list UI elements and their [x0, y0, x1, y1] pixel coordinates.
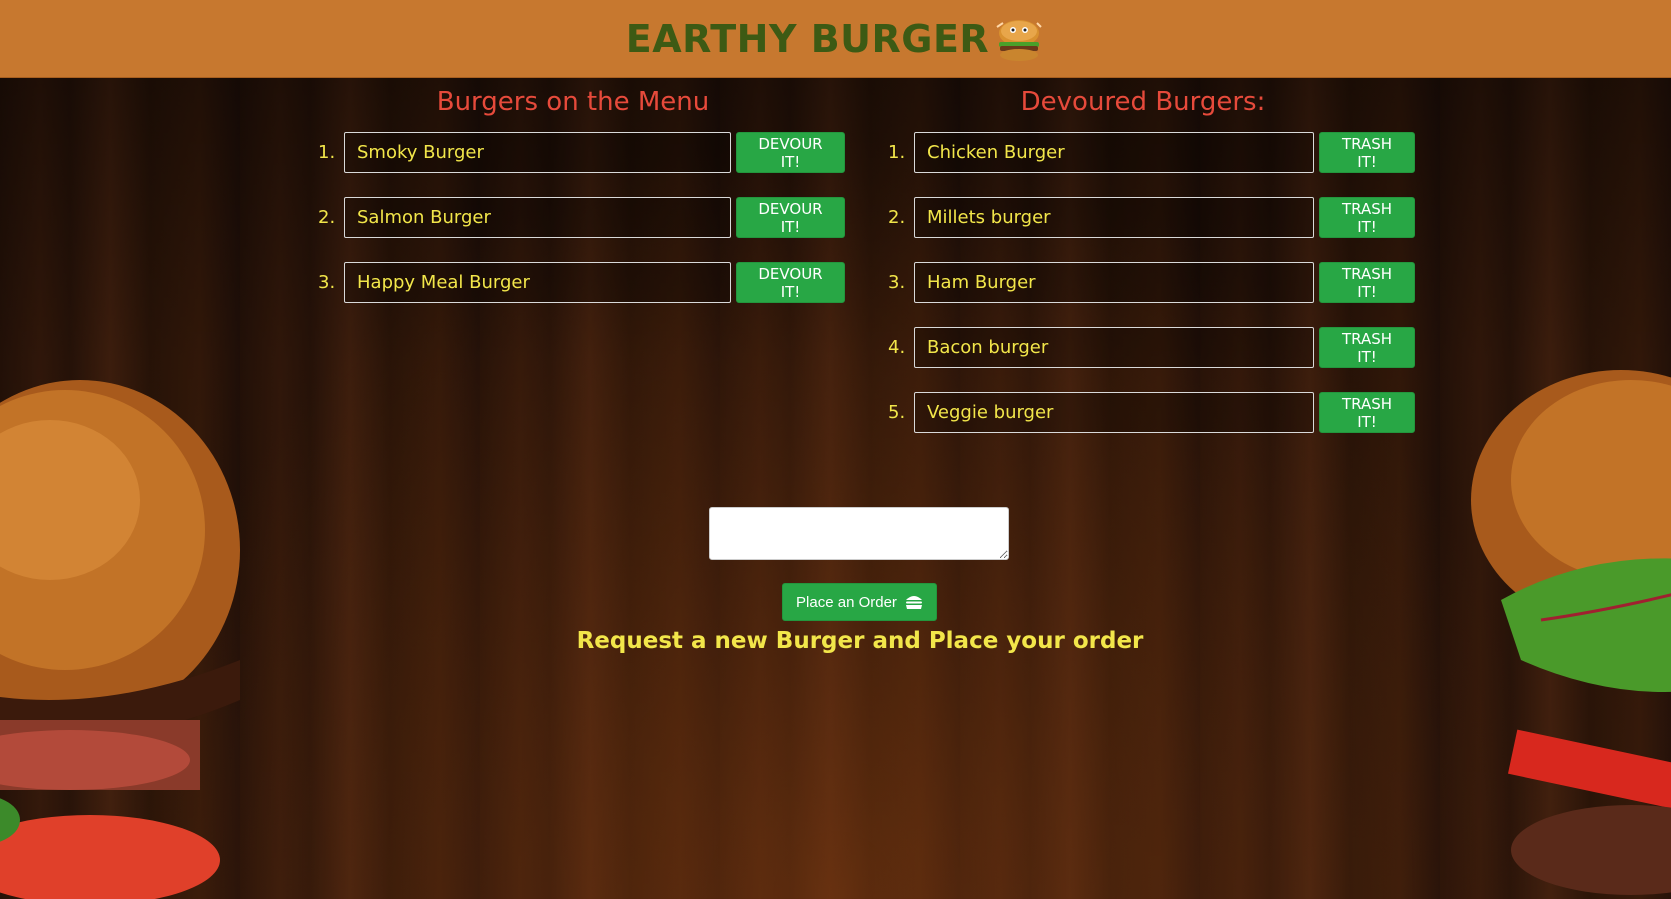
- hamburger-icon: [905, 596, 922, 609]
- trash-button[interactable]: TRASH IT!: [1319, 197, 1415, 238]
- list-item: 3. Happy Meal Burger DEVOUR IT!: [318, 262, 848, 303]
- trash-button[interactable]: TRASH IT!: [1319, 262, 1415, 303]
- burger-name-field: Bacon burger: [914, 327, 1314, 368]
- item-number: 3.: [888, 272, 906, 293]
- list-item: 3. Ham Burger TRASH IT!: [888, 262, 1418, 303]
- item-number: 3.: [318, 272, 336, 293]
- devoured-column: Devoured Burgers: 1. Chicken Burger TRAS…: [888, 80, 1418, 457]
- site-header: EARTHY BURGER: [0, 0, 1671, 78]
- item-number: 1.: [888, 142, 906, 163]
- list-item: 2. Millets burger TRASH IT!: [888, 197, 1418, 238]
- list-item: 4. Bacon burger TRASH IT!: [888, 327, 1418, 368]
- burger-name-field: Veggie burger: [914, 392, 1314, 433]
- brand[interactable]: EARTHY BURGER: [626, 13, 1045, 65]
- trash-button[interactable]: TRASH IT!: [1319, 327, 1415, 368]
- list-item: 1. Smoky Burger DEVOUR IT!: [318, 132, 848, 173]
- burger-name-field: Salmon Burger: [344, 197, 731, 238]
- devoured-title: Devoured Burgers:: [1020, 87, 1266, 117]
- place-order-label: Place an Order: [796, 593, 897, 611]
- burger-name-field: Happy Meal Burger: [344, 262, 731, 303]
- brand-title: EARTHY BURGER: [625, 16, 990, 61]
- list-item: 1. Chicken Burger TRASH IT!: [888, 132, 1418, 173]
- place-order-button[interactable]: Place an Order: [782, 583, 937, 621]
- item-number: 2.: [318, 207, 336, 228]
- new-burger-input[interactable]: [709, 507, 1009, 560]
- devour-button[interactable]: DEVOUR IT!: [736, 197, 845, 238]
- burger-name-field: Millets burger: [914, 197, 1314, 238]
- item-number: 1.: [318, 142, 336, 163]
- order-hint: Request a new Burger and Place your orde…: [576, 628, 1144, 654]
- burger-mascot-icon: [996, 19, 1042, 61]
- burger-name-field: Smoky Burger: [344, 132, 731, 173]
- menu-list: 1. Smoky Burger DEVOUR IT! 2. Salmon Bur…: [318, 132, 848, 303]
- list-item: 2. Salmon Burger DEVOUR IT!: [318, 197, 848, 238]
- trash-button[interactable]: TRASH IT!: [1319, 132, 1415, 173]
- devoured-list: 1. Chicken Burger TRASH IT! 2. Millets b…: [888, 132, 1418, 433]
- burger-name-field: Ham Burger: [914, 262, 1314, 303]
- menu-title: Burgers on the Menu: [436, 87, 710, 117]
- item-number: 4.: [888, 337, 906, 358]
- item-number: 5.: [888, 402, 906, 423]
- devour-button[interactable]: DEVOUR IT!: [736, 262, 845, 303]
- trash-button[interactable]: TRASH IT!: [1319, 392, 1415, 433]
- list-item: 5. Veggie burger TRASH IT!: [888, 392, 1418, 433]
- devour-button[interactable]: DEVOUR IT!: [736, 132, 845, 173]
- burger-photo-left: [0, 380, 240, 899]
- item-number: 2.: [888, 207, 906, 228]
- burger-name-field: Chicken Burger: [914, 132, 1314, 173]
- burger-photo-right: [1471, 370, 1671, 895]
- menu-column: Burgers on the Menu 1. Smoky Burger DEVO…: [318, 80, 848, 327]
